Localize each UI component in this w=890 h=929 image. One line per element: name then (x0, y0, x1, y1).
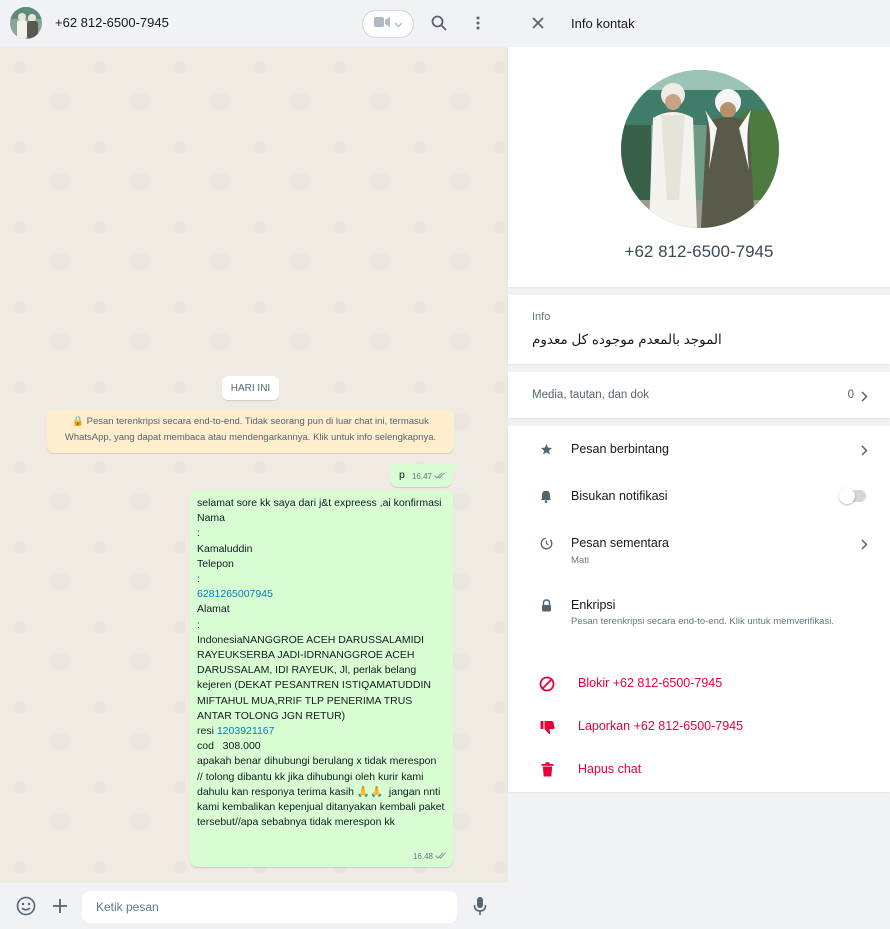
starred-messages-row[interactable]: Pesan berbintang (508, 426, 890, 473)
contact-info-header: Info kontak (508, 0, 890, 47)
resi-link[interactable]: 1203921167 (217, 725, 275, 737)
message-time: 16.48 (412, 851, 433, 861)
attach-plus-icon[interactable] (49, 895, 71, 917)
about-card: Info الموجد بالمعدم موجوده كل معدوم (508, 295, 890, 364)
profile-photo[interactable] (621, 70, 779, 228)
message-meta: 16.47 (412, 469, 446, 484)
message-input[interactable]: Ketik pesan (82, 891, 457, 923)
compose-bar: Ketik pesan (0, 883, 508, 929)
message-text: p (399, 469, 405, 481)
contact-settings-card: Pesan berbintang Bisukan notifikasi Pesa… (508, 426, 890, 792)
bubble-tail (451, 464, 459, 474)
search-icon[interactable] (428, 12, 450, 34)
day-separator: HARI INI (222, 376, 279, 400)
disappearing-value: Mati (571, 555, 589, 566)
disappearing-label: Pesan sementara (571, 536, 669, 550)
contact-info-title: Info kontak (571, 16, 635, 31)
message-meta: 16.48 (413, 849, 447, 864)
mute-label: Bisukan notifikasi (571, 489, 668, 503)
chevron-right-icon (858, 444, 870, 456)
media-links-docs-row[interactable]: Media, tautan, dan dok 0 (508, 372, 890, 418)
profile-card: +62 812-6500-7945 (508, 47, 890, 287)
block-contact-row[interactable]: Blokir +62 812-6500-7945 (508, 662, 890, 705)
thumbs-down-icon (539, 719, 555, 735)
mute-notifications-row[interactable]: Bisukan notifikasi (508, 473, 890, 520)
about-label: Info (532, 311, 551, 323)
encryption-notice[interactable]: 🔒 Pesan terenkripsi secara end-to-end. T… (47, 410, 454, 453)
chevron-down-icon (394, 15, 403, 33)
about-text: الموجد بالمعدم موجوده كل معدوم (532, 332, 722, 347)
encryption-label: Enkripsi (571, 598, 616, 612)
contact-avatar[interactable] (10, 7, 42, 39)
block-icon (539, 676, 555, 692)
message-text: selamat sore kk saya dari j&t expreess ,… (197, 496, 446, 830)
chevron-right-icon (858, 538, 870, 550)
video-call-button[interactable] (362, 10, 414, 38)
lock-icon (538, 597, 554, 613)
close-icon[interactable] (528, 13, 548, 33)
profile-phone-number: +62 812-6500-7945 (624, 242, 774, 261)
chat-header[interactable]: +62 812-6500-7945 (0, 0, 508, 47)
message-bubble-outgoing[interactable]: selamat sore kk saya dari j&t expreess ,… (190, 491, 453, 867)
message-text-part: cod 308.000 apakah benar dihubungi berul… (197, 740, 445, 829)
chat-contact-name[interactable]: +62 812-6500-7945 (55, 15, 169, 30)
delete-chat-row[interactable]: Hapus chat (508, 748, 890, 791)
trash-icon (539, 761, 555, 777)
contact-info-pane: Info kontak +62 812-6500-7945 Info الموج… (508, 0, 890, 929)
message-text-part: selamat sore kk saya dari j&t expreess ,… (197, 497, 442, 586)
message-bubble-outgoing[interactable]: p 16.47 (390, 464, 459, 487)
media-label: Media, tautan, dan dok (532, 389, 649, 401)
encryption-description: Pesan terenkripsi secara end-to-end. Kli… (571, 616, 834, 627)
emoji-icon[interactable] (15, 895, 37, 917)
star-icon (538, 441, 554, 457)
double-check-icon (435, 849, 447, 864)
starred-label: Pesan berbintang (571, 442, 669, 456)
message-time: 16.47 (411, 471, 432, 481)
mute-toggle[interactable] (839, 488, 866, 504)
delete-label: Hapus chat (578, 762, 642, 776)
message-text-part: Alamat : IndonesiaNANGGROE ACEH DARUSSAL… (197, 603, 431, 738)
video-call-icon (373, 15, 390, 33)
phone-link[interactable]: 6281265007945 (197, 588, 273, 600)
mic-icon[interactable] (469, 895, 491, 917)
chevron-right-icon (858, 390, 870, 402)
report-contact-row[interactable]: Laporkan +62 812-6500-7945 (508, 705, 890, 748)
menu-dots-icon[interactable] (467, 12, 489, 34)
bell-icon (538, 488, 554, 504)
report-label: Laporkan +62 812-6500-7945 (578, 719, 744, 733)
encryption-row[interactable]: Enkripsi Pesan terenkripsi secara end-to… (508, 582, 890, 656)
timer-icon (538, 535, 554, 551)
media-count: 0 (847, 389, 854, 401)
chat-pane: +62 812-6500-7945 HARI INI 🔒 Pesan teren… (0, 0, 508, 929)
block-label: Blokir +62 812-6500-7945 (578, 676, 723, 690)
double-check-icon (434, 469, 446, 484)
disappearing-messages-row[interactable]: Pesan sementara Mati (508, 520, 890, 582)
